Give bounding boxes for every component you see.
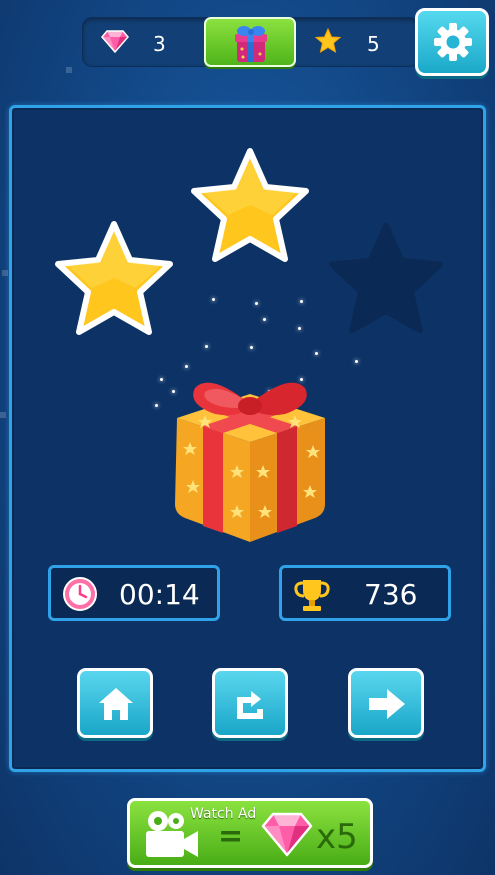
clock-icon	[63, 577, 97, 611]
background-speck	[0, 412, 6, 418]
arrow-right-icon	[369, 689, 405, 719]
gift-icon	[235, 26, 267, 62]
sparkle	[298, 327, 301, 330]
star-icon	[315, 28, 341, 54]
sparkle	[205, 345, 208, 348]
gear-icon	[434, 23, 472, 61]
gem-icon	[261, 812, 313, 857]
home-icon	[99, 688, 133, 720]
gem-counter: 3	[101, 26, 191, 58]
sparkle	[300, 300, 303, 303]
elapsed-time: 00:14	[119, 578, 200, 611]
sparkle	[212, 298, 215, 301]
sparkle	[160, 378, 163, 381]
sparkle	[355, 360, 358, 363]
gift-box-icon	[175, 382, 325, 542]
sparkle	[185, 365, 188, 368]
sparkle	[250, 346, 253, 349]
sparkle	[263, 318, 266, 321]
gem-count: 3	[153, 32, 166, 56]
star-counter: 5	[315, 26, 405, 58]
score-value: 736	[364, 578, 418, 611]
background-speck	[66, 67, 72, 73]
gem-icon	[101, 30, 129, 53]
sparkle	[315, 352, 318, 355]
next-button[interactable]	[348, 668, 424, 738]
star-count: 5	[367, 32, 380, 56]
trophy-icon	[294, 580, 330, 611]
home-button[interactable]	[77, 668, 153, 738]
sparkle	[255, 302, 258, 305]
star-earned-2	[191, 148, 309, 262]
score-box: 736	[279, 565, 451, 621]
restart-icon	[237, 691, 263, 719]
timer-box: 00:14	[48, 565, 220, 621]
top-bar: 3 5	[82, 17, 420, 67]
star-empty-3	[328, 222, 444, 334]
equals-sign: =	[218, 819, 244, 854]
settings-button[interactable]	[415, 8, 489, 76]
reward-multiplier: x5	[316, 817, 358, 857]
watch-ad-button[interactable]: Watch Ad = x5	[127, 798, 373, 868]
restart-button[interactable]	[212, 668, 288, 738]
background-speck	[2, 270, 8, 276]
star-earned-1	[55, 221, 173, 335]
gift-button[interactable]	[204, 17, 296, 67]
sparkle	[155, 404, 158, 407]
